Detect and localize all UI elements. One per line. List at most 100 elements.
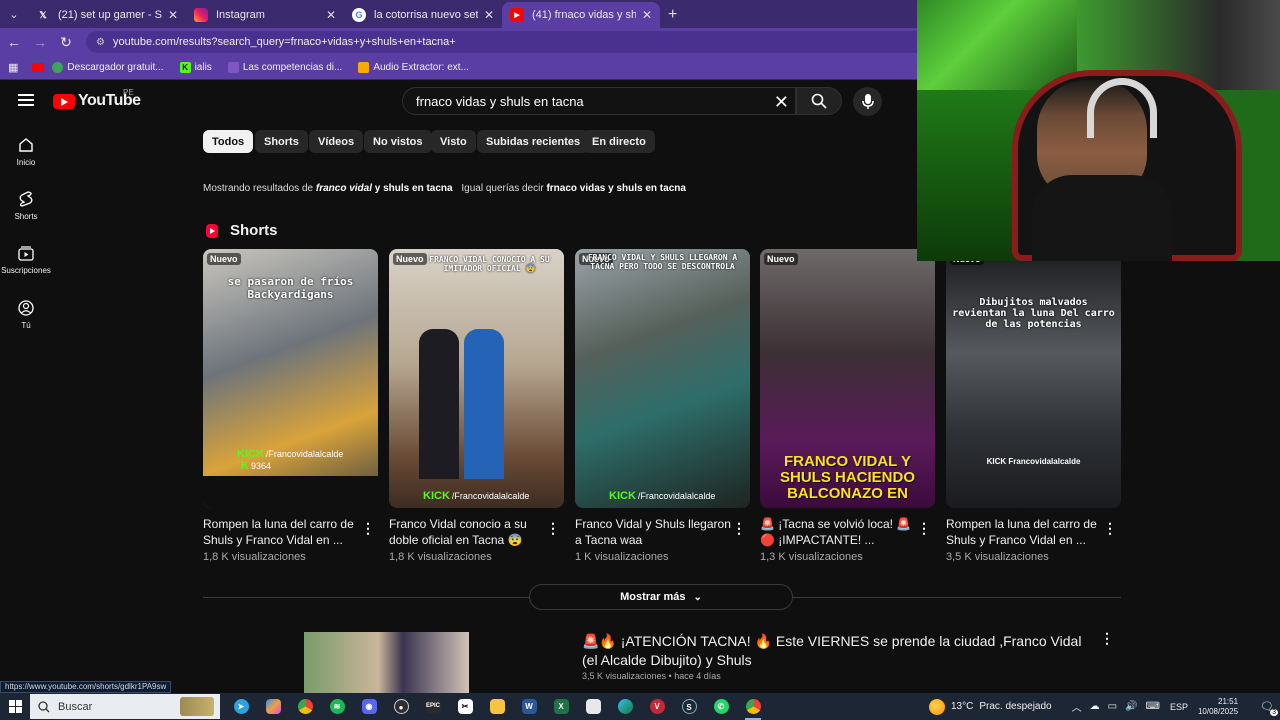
clock-date: 10/08/2025 [1197, 706, 1239, 716]
chip-shorts[interactable]: Shorts [255, 130, 308, 153]
whatsapp-icon[interactable]: ✆ [708, 693, 734, 720]
short-thumbnail[interactable]: Nuevo FRANCO VIDAL Y SHULS LLEGARON A TA… [575, 249, 750, 508]
weather-description[interactable]: Prac. despejado [979, 701, 1051, 712]
short-thumbnail[interactable]: Nuevo FRANCO VIDAL CONOCIO A SU IMITADOR… [389, 249, 564, 508]
audio-icon [358, 62, 370, 73]
keyboard-icon[interactable]: ⌨ [1146, 701, 1160, 712]
network-icon[interactable]: ▭ [1108, 701, 1117, 712]
forward-arrow-icon[interactable]: → [28, 34, 52, 50]
valorant-icon[interactable]: V [644, 693, 670, 720]
short-thumbnail[interactable]: Nuevo Dibujitos malvados revientan la lu… [946, 249, 1121, 508]
browser-tab[interactable]: Instagram ✕ [186, 2, 344, 28]
corrected-term-rest[interactable]: y shuls en tacna [375, 183, 453, 194]
more-actions-icon[interactable]: ⋮ [546, 520, 560, 537]
close-tab-icon[interactable]: ✕ [326, 8, 336, 22]
close-tab-icon[interactable]: ✕ [642, 8, 652, 22]
back-arrow-icon[interactable]: ← [2, 34, 26, 50]
video-thumbnail[interactable] [203, 632, 569, 695]
url-field[interactable]: ⚙ youtube.com/results?search_query=frnac… [86, 31, 956, 53]
sidebar-item-home[interactable]: Inicio [0, 137, 52, 167]
corrected-term[interactable]: franco vidal [316, 183, 372, 194]
word-icon[interactable]: W [516, 693, 542, 720]
close-tab-icon[interactable]: ✕ [168, 8, 178, 22]
chip-unwatched[interactable]: No vistos [364, 130, 432, 153]
sidebar-item-shorts[interactable]: Shorts [0, 191, 52, 221]
short-title[interactable]: Rompen la luna del carro de Shuls y Fran… [203, 516, 363, 548]
new-tab-button[interactable]: + [668, 2, 677, 28]
weather-icon[interactable] [929, 698, 945, 715]
copilot-icon[interactable] [260, 693, 286, 720]
voice-search-button[interactable] [853, 87, 882, 116]
show-more-button[interactable]: Mostrar más ⌄ [529, 584, 793, 610]
short-title[interactable]: Franco Vidal y Shuls llegaron a Tacna wa… [575, 516, 735, 548]
file-explorer-icon[interactable] [484, 693, 510, 720]
more-actions-icon[interactable]: ⋮ [917, 520, 931, 537]
short-title[interactable]: Franco Vidal conocio a su doble oficial … [389, 516, 549, 548]
more-actions-icon[interactable]: ⋮ [361, 520, 375, 537]
browser-tab[interactable]: 𝕏 (21) set up gamer - Search / X ✕ [28, 2, 186, 28]
youtube-logo[interactable]: YouTube PE [53, 88, 141, 110]
epic-games-icon[interactable]: EPIC [420, 693, 446, 720]
short-title[interactable]: Rompen la luna del carro de Shuls y Fran… [946, 516, 1106, 548]
site-info-icon[interactable]: ⚙ [96, 37, 105, 48]
short-views: 1 K visualizaciones [575, 551, 669, 563]
tab-search-icon[interactable]: ⌄ [0, 0, 28, 28]
original-query-link[interactable]: frnaco vidas y shuls en tacna [546, 183, 686, 194]
browser-tab[interactable]: G la cotorrisa nuevo set - Buscar ✕ [344, 2, 502, 28]
short-thumbnail[interactable]: Nuevo se pasaron de fríos Backyardigans … [203, 249, 378, 508]
more-actions-icon[interactable]: ⋮ [732, 520, 746, 537]
sidebar-item-subscriptions[interactable]: Suscripciones [0, 245, 52, 275]
spotify-icon[interactable]: ≋ [324, 693, 350, 720]
reload-icon[interactable]: ↻ [54, 34, 78, 51]
notepad-icon[interactable] [580, 693, 606, 720]
clear-search-icon[interactable]: ✕ [774, 92, 789, 113]
thumb-caption: se pasaron de fríos Backyardigans [227, 275, 354, 301]
apps-grid-icon[interactable]: ▦ [8, 61, 18, 74]
thumbnail-image [304, 632, 469, 695]
close-tab-icon[interactable]: ✕ [484, 8, 494, 22]
bookmark-item[interactable]: Descargador gratuit... [52, 62, 164, 73]
capcut-icon[interactable]: ✂ [452, 693, 478, 720]
chevron-up-icon[interactable]: ︿ [1072, 699, 1082, 714]
steam-icon[interactable]: S [676, 693, 702, 720]
taskbar-search[interactable]: Buscar [30, 694, 220, 719]
search-button[interactable] [796, 87, 842, 115]
bookmark-item[interactable]: K ialis [179, 62, 212, 73]
chip-all[interactable]: Todos [203, 130, 254, 153]
chrome-active-icon[interactable] [740, 693, 766, 720]
short-title[interactable]: 🚨 ¡Tacna se volvió loca! 🚨 🔴 ¡IMPACTANTE… [760, 516, 920, 548]
chip-live[interactable]: En directo [583, 130, 655, 153]
short-views: 1,8 K visualizaciones [203, 551, 306, 563]
discord-icon[interactable]: ◉ [356, 693, 382, 720]
youtube-play-icon [53, 93, 75, 109]
search-input[interactable]: frnaco vidas y shuls en tacna ✕ [402, 87, 796, 115]
windows-start-icon[interactable] [0, 693, 30, 720]
edge-icon[interactable] [612, 693, 638, 720]
more-actions-icon[interactable]: ⋮ [1100, 630, 1114, 647]
chip-videos[interactable]: Vídeos [309, 130, 364, 153]
bookmark-item[interactable]: Audio Extractor: ext... [358, 62, 469, 73]
browser-tab-active[interactable]: ▶ (41) frnaco vidas y shuls en tac ✕ [502, 2, 660, 28]
language-indicator[interactable]: ESP [1170, 702, 1188, 712]
telegram-icon[interactable]: ➤ [228, 693, 254, 720]
more-actions-icon[interactable]: ⋮ [1103, 520, 1117, 537]
tab-title: Instagram [216, 9, 265, 21]
menu-icon[interactable] [18, 94, 34, 106]
wall-posters [917, 0, 1077, 90]
chip-recent-uploads[interactable]: Subidas recientes [477, 130, 590, 153]
chip-watched[interactable]: Visto [431, 130, 476, 153]
kick-icon: K [179, 62, 191, 73]
cloud-icon[interactable]: ☁ [1090, 701, 1100, 712]
chrome-icon[interactable] [292, 693, 318, 720]
excel-icon[interactable]: X [548, 693, 574, 720]
bookmark-item[interactable]: Las competencias di... [227, 62, 342, 73]
youtube-bookmark-icon[interactable] [32, 63, 45, 72]
short-thumbnail[interactable]: Nuevo FRANCO VIDAL Y SHULS HACIENDO BALC… [760, 249, 935, 508]
obs-icon[interactable]: ● [388, 693, 414, 720]
clock[interactable]: 21:51 10/08/2025 [1198, 697, 1238, 717]
volume-icon[interactable]: 🔊 [1125, 701, 1137, 712]
sidebar-item-you[interactable]: Tú [0, 300, 52, 330]
weather-temp[interactable]: 13°C [951, 701, 973, 712]
notification-icon[interactable]: 🗨 3 [1260, 700, 1278, 716]
video-title[interactable]: 🚨🔥 ¡ATENCIÓN TACNA! 🔥 Este VIERNES se pr… [582, 632, 1082, 670]
